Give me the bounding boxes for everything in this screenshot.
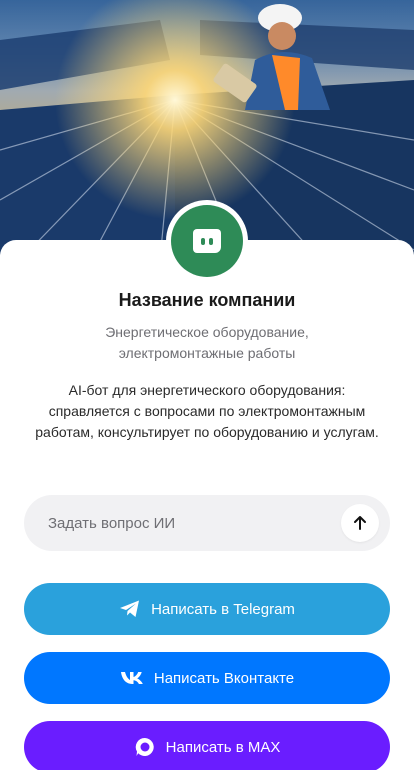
arrow-up-icon [354, 516, 366, 530]
ask-ai-input[interactable] [24, 495, 341, 551]
avatar-circle [171, 205, 243, 277]
max-button-label: Написать в MAX [165, 738, 281, 756]
company-subtitle: Энергетическое оборудование, электромонт… [105, 324, 309, 361]
vk-button-label: Написать Вконтакте [153, 669, 295, 687]
ask-ai-box [24, 495, 390, 551]
company-name: Название компании [118, 290, 296, 310]
vk-button[interactable]: Написать Вконтакте [24, 652, 390, 704]
max-button[interactable]: Написать в MAX [24, 721, 390, 770]
telegram-button[interactable]: Написать в Telegram [24, 583, 390, 635]
send-button[interactable] [341, 504, 379, 542]
telegram-icon [119, 599, 141, 619]
chat-bot-icon [193, 229, 221, 253]
max-icon [134, 736, 156, 758]
bot-description: AI-бот для энергетического оборудования:… [35, 382, 379, 440]
company-avatar [166, 200, 248, 282]
telegram-button-label: Написать в Telegram [151, 600, 295, 618]
vk-icon [120, 671, 144, 685]
